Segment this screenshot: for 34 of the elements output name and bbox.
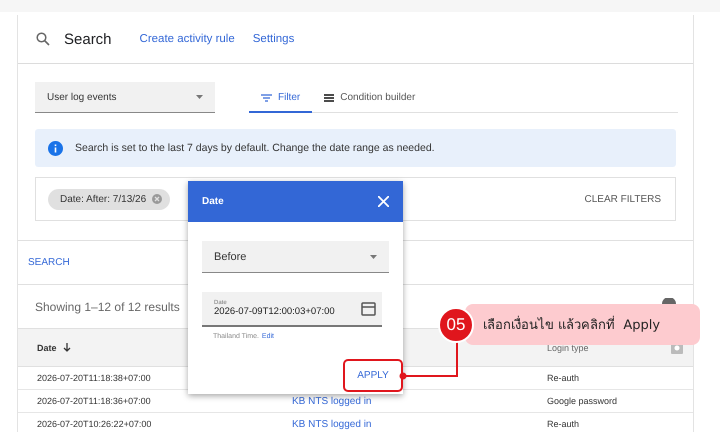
results-summary: Showing 1–12 of 12 results — [35, 300, 180, 314]
event-link[interactable]: KB NTS logged in — [292, 396, 547, 406]
banner-text: Search is set to the last 7 days by default. Change the date range as needed. — [75, 142, 435, 154]
dialog-title: Date — [202, 196, 224, 207]
search-icon[interactable] — [36, 32, 50, 46]
column-header[interactable]: Date — [37, 342, 547, 352]
close-icon[interactable] — [378, 196, 389, 207]
clear-filters-button[interactable]: CLEAR FILTERS — [584, 194, 661, 204]
event-link[interactable]: KB NTS logged in — [292, 418, 547, 430]
log-source-select[interactable]: User log events — [35, 82, 215, 113]
table-cell-text: Re-auth — [547, 419, 580, 429]
info-icon — [48, 140, 63, 156]
tab[interactable]: Condition builder — [312, 92, 428, 113]
column-header[interactable]: Login type — [547, 342, 671, 352]
callout-text: เลือกเงื่อนไข แล้วคลิกที่ Apply — [465, 304, 700, 345]
page-title: Search — [64, 30, 112, 48]
list-icon — [324, 94, 334, 102]
tab[interactable]: Filter — [249, 92, 312, 113]
search-button[interactable]: SEARCH — [28, 257, 70, 268]
table-cell-text: Re-auth — [547, 373, 580, 383]
calendar-icon[interactable] — [361, 301, 376, 316]
table-cell-text: Google password — [547, 396, 618, 406]
help-icon[interactable] — [662, 298, 676, 304]
dropdown-caret-icon — [370, 254, 377, 258]
dropdown-caret-icon — [196, 95, 203, 99]
operator-select[interactable]: Before — [202, 241, 389, 273]
apply-button[interactable]: APPLY — [343, 359, 403, 392]
table-cell-text: 2026-07-20T11:18:38+07:00 — [37, 373, 152, 383]
table-cell-text: 2026-07-20T10:26:22+07:00 — [37, 419, 152, 429]
header-link[interactable]: Settings — [252, 33, 294, 45]
table-cell-text: 2026-07-20T11:18:36+07:00 — [37, 396, 152, 406]
header-link[interactable]: Create activity rule — [140, 33, 235, 45]
filter-icon — [261, 94, 272, 102]
filter-chip[interactable]: Date: After: 7/13/26 — [48, 188, 170, 210]
